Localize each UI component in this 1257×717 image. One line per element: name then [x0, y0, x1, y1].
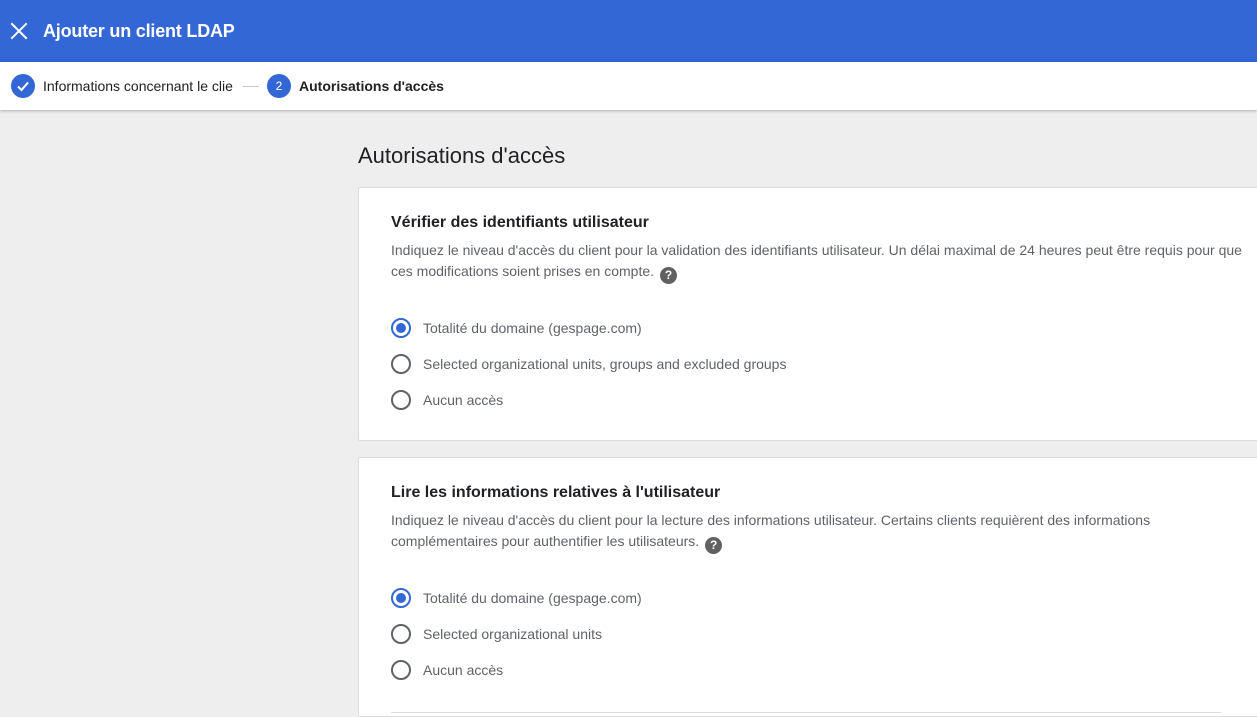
section-read-user-info: Lire les informations relatives à l'util… [358, 457, 1257, 717]
radio-label: Totalité du domaine (gespage.com) [423, 590, 642, 606]
section-verify-credentials: Vérifier des identifiants utilisateur In… [358, 187, 1257, 441]
stepper: Informations concernant le client 2 Auto… [0, 62, 1257, 110]
step-label: Informations concernant le client [43, 78, 233, 94]
radio-option-selected-units-groups[interactable]: Selected organizational units, groups an… [391, 346, 1257, 382]
radio-button[interactable] [391, 588, 411, 608]
page-title: Autorisations d'accès [358, 143, 566, 168]
section-description: Indiquez le niveau d'accès du client pou… [391, 242, 1242, 284]
radio-group-verify-credentials: Totalité du domaine (gespage.com) Select… [391, 310, 1257, 418]
radio-label: Totalité du domaine (gespage.com) [423, 320, 642, 336]
section-title: Vérifier des identifiants utilisateur [391, 214, 649, 231]
radio-button[interactable] [391, 660, 411, 680]
check-icon [16, 79, 30, 93]
close-button[interactable] [0, 0, 38, 62]
step-access-permissions[interactable]: 2 Autorisations d'accès [267, 62, 444, 110]
step-complete-indicator [11, 74, 35, 98]
step-number-badge: 2 [267, 74, 291, 98]
section-title: Lire les informations relatives à l'util… [391, 484, 721, 501]
radio-label: Aucun accès [423, 392, 504, 408]
radio-option-entire-domain[interactable]: Totalité du domaine (gespage.com) [391, 580, 1257, 616]
step-label: Autorisations d'accès [299, 78, 444, 94]
radio-option-no-access[interactable]: Aucun accès [391, 382, 1257, 418]
help-icon[interactable]: ? [660, 267, 678, 284]
radio-button[interactable] [391, 318, 411, 338]
close-icon [9, 21, 29, 41]
radio-option-no-access[interactable]: Aucun accès [391, 652, 1257, 688]
page-header-title: Ajouter un client LDAP [43, 20, 235, 41]
radio-option-entire-domain[interactable]: Totalité du domaine (gespage.com) [391, 310, 1257, 346]
radio-button[interactable] [391, 624, 411, 644]
radio-option-selected-units[interactable]: Selected organizational units [391, 616, 1257, 652]
radio-group-read-user-info: Totalité du domaine (gespage.com) Select… [391, 580, 1257, 688]
main-content: Autorisations d'accès Vérifier des ident… [358, 110, 1257, 717]
radio-label: Aucun accès [423, 662, 504, 678]
radio-label: Selected organizational units [423, 626, 603, 642]
radio-label: Selected organizational units, groups an… [423, 356, 787, 372]
step-client-info[interactable]: Informations concernant le client [11, 62, 233, 110]
radio-button[interactable] [391, 354, 411, 374]
app-header: Ajouter un client LDAP [0, 0, 1257, 62]
divider [391, 712, 1221, 713]
section-description: Indiquez le niveau d'accès du client pou… [391, 512, 1151, 554]
radio-button[interactable] [391, 390, 411, 410]
step-connector [243, 85, 259, 87]
help-icon[interactable]: ? [705, 537, 723, 554]
